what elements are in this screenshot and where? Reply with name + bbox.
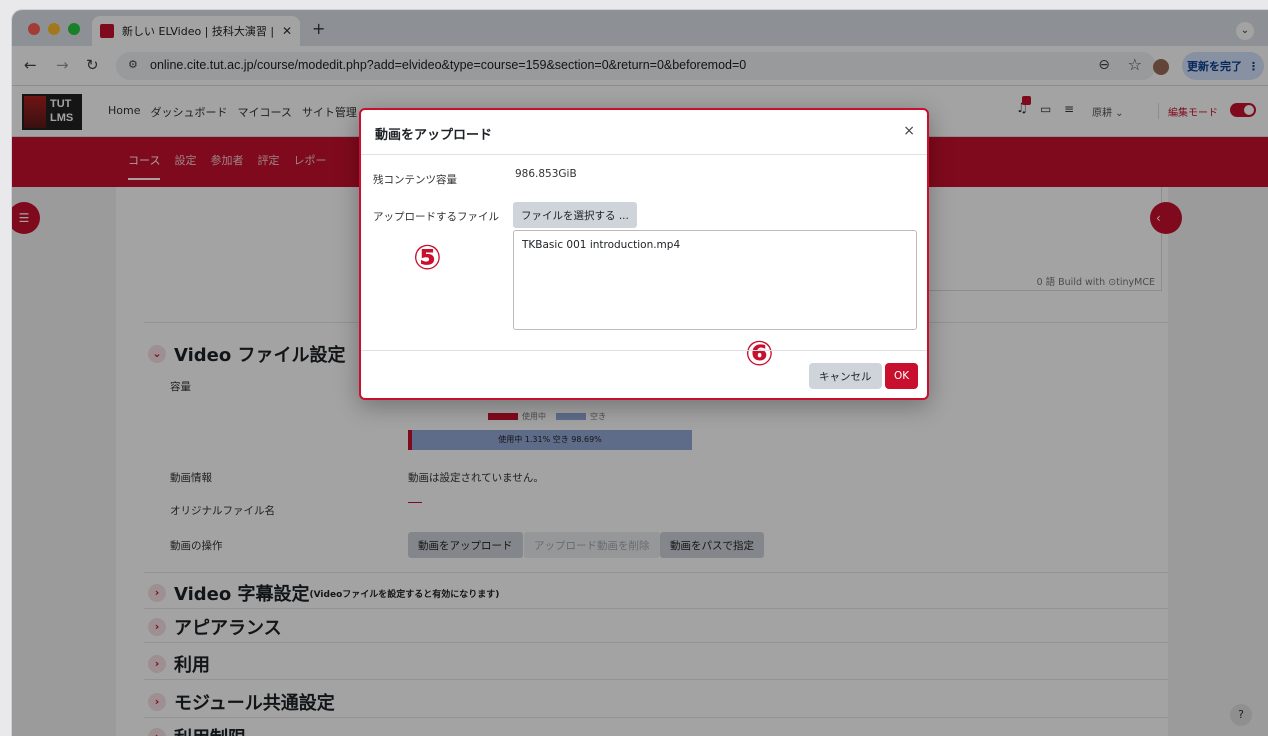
step-6-marker: ⑥ — [745, 334, 774, 374]
dialog-header-divider — [361, 154, 927, 155]
remaining-capacity-label: 残コンテンツ容量 — [373, 174, 457, 186]
selected-file-list[interactable]: TKBasic 001 introduction.mp4 — [513, 230, 917, 330]
cancel-button[interactable]: キャンセル — [809, 363, 882, 389]
close-icon[interactable]: × — [903, 123, 915, 139]
ok-button[interactable]: OK — [885, 363, 919, 389]
selected-file-name: TKBasic 001 introduction.mp4 — [522, 239, 681, 251]
step-5-marker: ⑤ — [413, 238, 442, 278]
upload-video-dialog: 動画をアップロード × 残コンテンツ容量 986.853GiB アップロードする… — [359, 108, 929, 400]
upload-file-label: アップロードするファイル — [373, 211, 499, 223]
dialog-footer-divider — [361, 350, 927, 351]
remaining-capacity-value: 986.853GiB — [515, 168, 577, 180]
choose-file-button[interactable]: ファイルを選択する ... — [513, 202, 637, 228]
browser-window: 新しい ELVideo | 技科大演習 | T ✕ + ⌄ ← → ↻ ⚙ on… — [12, 10, 1268, 736]
dialog-title: 動画をアップロード — [375, 128, 493, 143]
